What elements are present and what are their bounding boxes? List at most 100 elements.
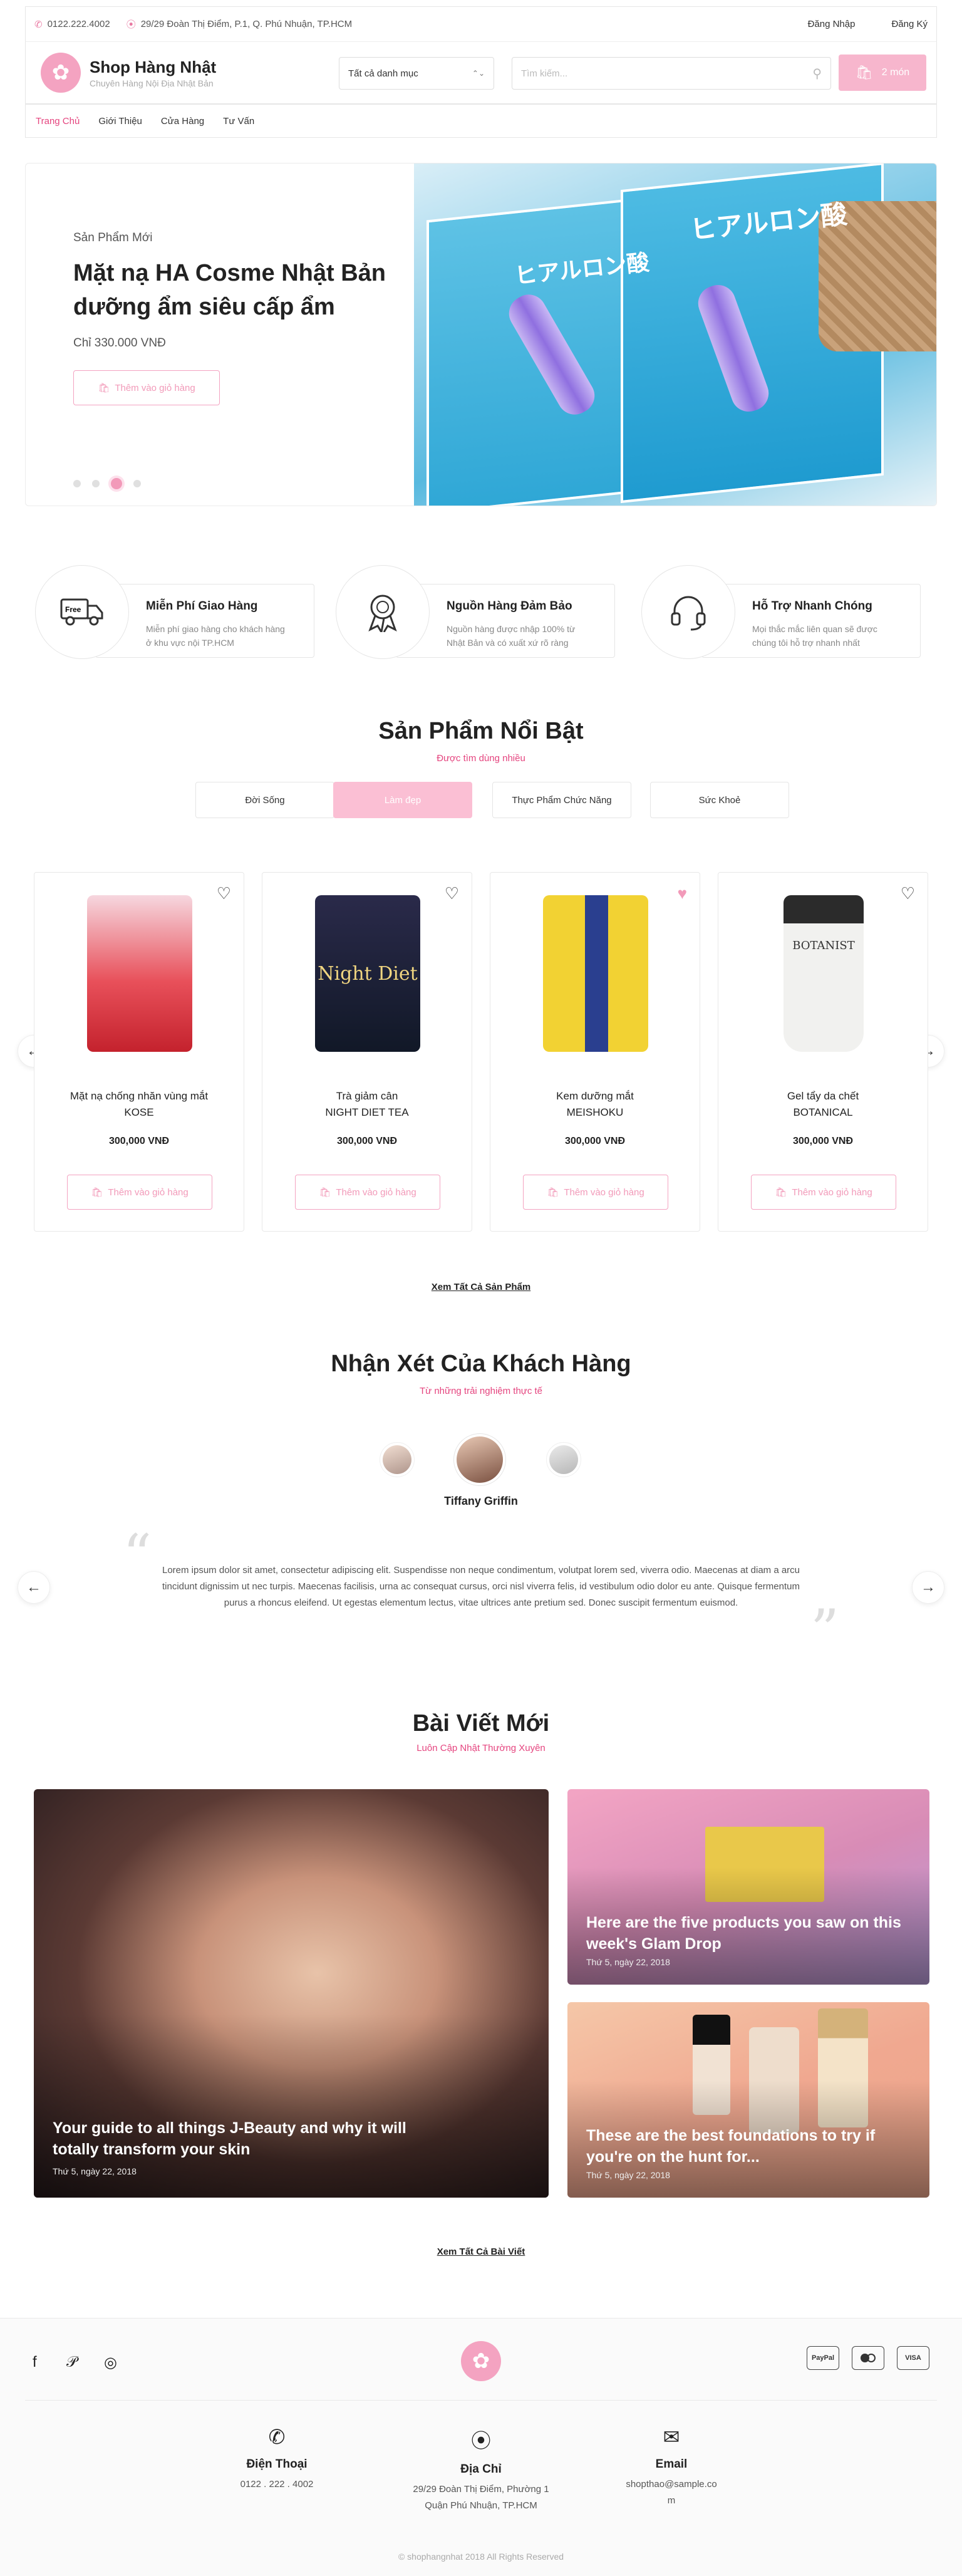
product-price: 300,000 VNĐ	[336, 1136, 398, 1146]
add-to-cart-button[interactable]: 🛍︎ Thêm vào giỏ hàng	[67, 1175, 212, 1210]
shop-name[interactable]: Shop Hàng Nhật	[90, 58, 216, 77]
cart-icon: 🛍︎	[319, 1187, 331, 1198]
tab-beauty[interactable]: Làm đẹp	[333, 782, 472, 818]
add-to-cart-label: Thêm vào giỏ hàng	[108, 1187, 189, 1198]
slider-dots	[73, 478, 141, 489]
truck-icon: Free	[35, 565, 129, 659]
footer-email-line2[interactable]: m	[596, 2493, 747, 2509]
view-all-products-link[interactable]: Xem Tất Cả Sản Phẩm	[0, 1282, 962, 1292]
product-name: Trà giảm cân	[336, 1090, 398, 1102]
footer-divider	[25, 2400, 937, 2401]
cart-button[interactable]: 🛍︎ 2 món	[839, 55, 926, 91]
feature-fast-support: Hỗ Trợ Nhanh Chóng Mọi thắc mắc liên qua…	[641, 565, 923, 659]
heart-icon[interactable]: ♡	[217, 884, 231, 903]
heart-filled-icon[interactable]: ♥	[678, 884, 687, 903]
hero-price: Chỉ 330.000 VNĐ	[73, 336, 166, 350]
feature-title: Miễn Phí Giao Hàng	[146, 600, 258, 613]
reviews-next-arrow-icon[interactable]: →	[912, 1571, 944, 1604]
product-price: 300,000 VNĐ	[564, 1136, 626, 1146]
feature-desc: Miễn phí giao hàng cho khách hàng ở khu …	[146, 624, 285, 648]
slider-dot[interactable]	[73, 480, 81, 487]
category-select-value: Tất cả danh mục	[348, 68, 418, 79]
search-input[interactable]: Tìm kiếm... ⚲	[512, 57, 831, 90]
sakura-logo-icon[interactable]: ✿	[41, 53, 81, 93]
search-icon[interactable]: ⚲	[812, 66, 822, 81]
instagram-icon[interactable]: ◎	[104, 2354, 117, 2372]
mastercard-icon	[852, 2346, 884, 2370]
heart-icon[interactable]: ♡	[901, 884, 915, 903]
footer-phone: ✆ Điện Thoại 0122 . 222 . 4002	[202, 2425, 352, 2493]
nav-item-home[interactable]: Trang Chủ	[36, 116, 80, 127]
product-brand: BOTANICAL	[793, 1106, 853, 1118]
award-icon	[336, 565, 430, 659]
reviews-prev-arrow-icon[interactable]: ←	[18, 1571, 50, 1604]
avatar[interactable]	[380, 1442, 415, 1477]
nav-item-advice[interactable]: Tư Vấn	[223, 116, 254, 127]
footer-phone-value[interactable]: 0122 . 222 . 4002	[202, 2476, 352, 2493]
cart-label: 2 món	[881, 67, 910, 78]
product-image[interactable]	[543, 895, 648, 1052]
avatar[interactable]	[546, 1442, 581, 1477]
feature-desc: Nguồn hàng được nhập 100% từ Nhật Bản và…	[447, 624, 576, 648]
product-card[interactable]: ♡ Night Diet Trà giảm cân NIGHT DIET TEA …	[262, 872, 472, 1232]
pinterest-icon[interactable]: 𝒫	[66, 2354, 77, 2371]
top-bar: ✆ 0122.222.4002 ⦿ 29/29 Đoàn Thị Điểm, P…	[25, 6, 937, 41]
category-select[interactable]: Tất cả danh mục ⌃⌄	[339, 57, 494, 90]
location-pin-icon: ⦿	[126, 19, 136, 30]
blog-post-date: Thứ 5, ngày 22, 2018	[53, 2166, 137, 2176]
phone-icon: ✆	[268, 2426, 286, 2448]
slider-dot-active[interactable]	[111, 478, 122, 489]
review-text: Lorem ipsum dolor sit amet, consectetur …	[162, 1565, 800, 1608]
blog-overlay	[567, 1789, 929, 1985]
blog-post[interactable]: These are the best foundations to try if…	[567, 2002, 929, 2198]
add-to-cart-button[interactable]: 🛍︎ Thêm vào giỏ hàng	[751, 1175, 896, 1210]
tab-life[interactable]: Đời Sống	[195, 782, 334, 818]
feature-desc: Mọi thắc mắc liên quan sẽ được chúng tôi…	[752, 624, 877, 648]
blog-post-date: Thứ 5, ngày 22, 2018	[586, 1957, 670, 1967]
product-image[interactable]: BOTANIST	[784, 895, 864, 1052]
avatar-active[interactable]	[453, 1433, 506, 1486]
product-card[interactable]: ♡ Mặt nạ chống nhăn vùng mắt KOSE 300,000…	[34, 872, 244, 1232]
footer-address-line2: Quận Phú Nhuận, TP.HCM	[425, 2500, 537, 2511]
product-card[interactable]: ♥ Kem dưỡng mắt MEISHOKU 300,000 VNĐ 🛍︎ Th…	[490, 872, 700, 1232]
blog-post-title[interactable]: Here are the five products you saw on th…	[586, 1912, 924, 1955]
page: ✆ 0122.222.4002 ⦿ 29/29 Đoàn Thị Điểm, P…	[0, 0, 962, 2576]
view-all-posts-link[interactable]: Xem Tất Cả Bài Viết	[0, 2246, 962, 2257]
hero-slider: ヒアルロン酸 ヒアルロン酸 Sản Phẩm Mới Mặt nạ HA Cos…	[25, 163, 937, 506]
phone-icon: ✆	[34, 19, 43, 30]
footer-email: ✉ Email shopthao@sample.co m	[596, 2425, 747, 2509]
feature-authentic-source: Nguồn Hàng Đảm Bảo Nguồn hàng được nhập …	[336, 565, 618, 659]
visa-label: VISA	[905, 2354, 921, 2362]
featured-title: Sản Phẩm Nổi Bật	[378, 718, 584, 744]
footer-email-line1[interactable]: shopthao@sample.co	[596, 2476, 747, 2493]
add-to-cart-button[interactable]: 🛍︎ Thêm vào giỏ hàng	[523, 1175, 668, 1210]
reviews-subtitle: Từ những trải nghiệm thực tế	[419, 1386, 543, 1396]
footer-address-line1: 29/29 Đoàn Thị Điểm, Phường 1	[413, 2484, 549, 2495]
add-to-cart-label: Thêm vào giỏ hàng	[792, 1187, 872, 1198]
header: ✿ Shop Hàng Nhật Chuyên Hàng Nội Địa Nhậ…	[25, 41, 937, 104]
tab-supplements[interactable]: Thực Phẩm Chức Năng	[492, 782, 631, 818]
slider-dot[interactable]	[133, 480, 141, 487]
sakura-logo-icon[interactable]: ✿	[461, 2341, 501, 2381]
add-to-cart-button[interactable]: 🛍︎ Thêm vào giỏ hàng	[295, 1175, 440, 1210]
login-link[interactable]: Đăng Nhập	[808, 19, 856, 29]
product-image[interactable]	[87, 895, 192, 1052]
nav-item-about[interactable]: Giới Thiệu	[98, 116, 142, 127]
hero-add-to-cart-button[interactable]: 🛍︎ Thêm vào giỏ hàng	[73, 370, 220, 405]
register-link[interactable]: Đăng Ký	[891, 19, 928, 29]
product-image[interactable]: Night Diet	[315, 895, 420, 1052]
cart-icon: 🛍︎	[547, 1187, 559, 1198]
tab-health[interactable]: Sức Khoẻ	[650, 782, 789, 818]
slider-dot[interactable]	[92, 480, 100, 487]
copyright: © shophangnhat 2018 All Rights Reserved	[398, 2552, 564, 2562]
blog-post-title[interactable]: Your guide to all things J-Beauty and wh…	[53, 2117, 441, 2160]
facebook-icon[interactable]: f	[33, 2354, 37, 2371]
heart-icon[interactable]: ♡	[445, 884, 459, 903]
blog-post[interactable]: Here are the five products you saw on th…	[567, 1789, 929, 1985]
nav-item-shop[interactable]: Cửa Hàng	[161, 116, 204, 127]
blog-post-featured[interactable]: Your guide to all things J-Beauty and wh…	[34, 1789, 549, 2198]
footer-address: ⦿ Địa Chỉ 29/29 Đoàn Thị Điểm, Phường 1 Q…	[406, 2425, 556, 2514]
product-name: Mặt nạ chống nhăn vùng mắt	[70, 1090, 209, 1102]
blog-post-title[interactable]: These are the best foundations to try if…	[586, 2125, 924, 2168]
product-card[interactable]: ♡ BOTANIST Gel tẩy da chết BOTANICAL 300,…	[718, 872, 928, 1232]
